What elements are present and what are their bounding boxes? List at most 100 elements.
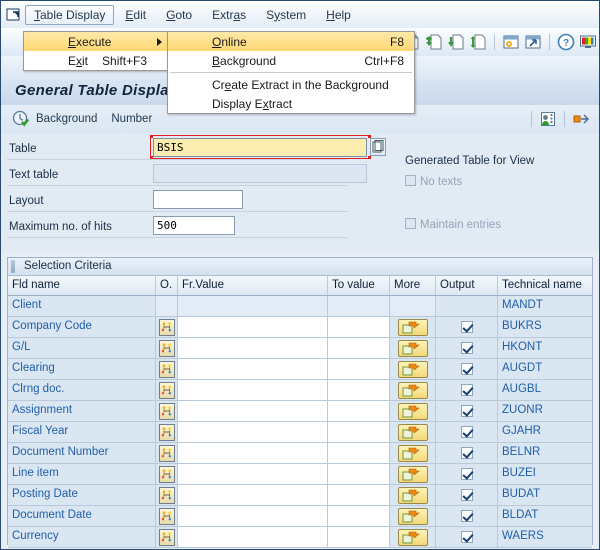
menu-edit[interactable]: Edit — [116, 6, 155, 24]
cell-multiple-selection[interactable] — [156, 359, 178, 379]
cell-from-value[interactable] — [178, 338, 328, 358]
matchcode-icon[interactable] — [370, 138, 386, 156]
number-button-label[interactable]: Number — [111, 113, 152, 125]
cell-multiple-selection[interactable] — [156, 401, 178, 421]
output-checkbox[interactable] — [461, 384, 473, 396]
multiple-selection-icon[interactable] — [159, 340, 175, 357]
multiple-selection-icon[interactable] — [159, 382, 175, 399]
page-up-icon[interactable] — [424, 32, 444, 52]
table-row[interactable]: CurrencyWAERS — [8, 527, 592, 548]
layout-input[interactable] — [153, 190, 243, 209]
no-texts-checkbox[interactable]: No texts — [405, 175, 462, 188]
cell-technical-name[interactable]: MANDT — [498, 296, 592, 316]
cell-to-value[interactable] — [328, 527, 390, 547]
cell-multiple-selection[interactable] — [156, 527, 178, 547]
cell-more[interactable] — [390, 359, 436, 379]
cell-more[interactable] — [390, 443, 436, 463]
table-row[interactable]: Line item BUZEI — [8, 464, 592, 485]
cell-output-checkbox[interactable] — [436, 380, 498, 400]
cell-fld-name[interactable]: Client — [8, 296, 156, 316]
menu-item-online[interactable]: Online F8 — [168, 32, 414, 51]
multiple-selection-icon[interactable] — [159, 361, 175, 378]
cell-technical-name[interactable]: ZUONR — [498, 401, 592, 421]
cell-from-value[interactable] — [178, 443, 328, 463]
output-checkbox[interactable] — [461, 489, 473, 501]
cell-fld-name[interactable]: Line item — [8, 464, 156, 484]
cell-multiple-selection[interactable] — [156, 380, 178, 400]
cell-to-value[interactable] — [328, 464, 390, 484]
cell-multiple-selection[interactable] — [156, 317, 178, 337]
table-row[interactable]: Company CodeBUKRS — [8, 317, 592, 338]
menu-help[interactable]: Help — [317, 6, 360, 24]
cell-output-checkbox[interactable] — [436, 527, 498, 547]
column-header-output[interactable]: Output — [436, 276, 498, 295]
cell-multiple-selection[interactable] — [156, 485, 178, 505]
cell-fld-name[interactable]: Assignment — [8, 401, 156, 421]
table-row[interactable]: Document NumberBELNR — [8, 443, 592, 464]
cell-output-checkbox[interactable] — [436, 464, 498, 484]
cell-output-checkbox[interactable] — [436, 506, 498, 526]
cell-multiple-selection[interactable] — [156, 506, 178, 526]
cell-technical-name[interactable]: BUDAT — [498, 485, 592, 505]
cell-fld-name[interactable]: Company Code — [8, 317, 156, 337]
cell-to-value[interactable] — [328, 485, 390, 505]
output-checkbox[interactable] — [461, 510, 473, 522]
column-header-fr-value[interactable]: Fr.Value — [178, 276, 328, 295]
cell-output-checkbox[interactable] — [436, 338, 498, 358]
table-row[interactable]: Clrng doc.AUGBL — [8, 380, 592, 401]
cell-multiple-selection[interactable] — [156, 464, 178, 484]
cell-fld-name[interactable]: Clrng doc. — [8, 380, 156, 400]
column-header-o[interactable]: O. — [156, 276, 178, 295]
help-icon[interactable]: ? — [556, 32, 576, 52]
menu-goto[interactable]: Goto — [157, 6, 201, 24]
cell-to-value[interactable] — [328, 401, 390, 421]
table-row[interactable]: Fiscal YearGJAHR — [8, 422, 592, 443]
table-row[interactable]: Document DateBLDAT — [8, 506, 592, 527]
menu-table-display[interactable]: TTable Displayable Display — [25, 5, 114, 25]
table-row[interactable]: Clearing AUGDT — [8, 359, 592, 380]
cell-to-value[interactable] — [328, 317, 390, 337]
multiple-selection-icon[interactable] — [159, 424, 175, 441]
table-row[interactable]: Posting Date BUDAT — [8, 485, 592, 506]
cell-technical-name[interactable]: BLDAT — [498, 506, 592, 526]
cell-more[interactable] — [390, 338, 436, 358]
cell-fld-name[interactable]: Posting Date — [8, 485, 156, 505]
cell-technical-name[interactable]: BUZEI — [498, 464, 592, 484]
cell-output-checkbox[interactable] — [436, 485, 498, 505]
more-selections-icon[interactable] — [398, 382, 428, 399]
export-window-icon[interactable] — [523, 32, 543, 52]
more-selections-icon[interactable] — [398, 424, 428, 441]
cell-to-value[interactable] — [328, 506, 390, 526]
user-settings-icon[interactable] — [538, 109, 558, 129]
table-row[interactable]: G/LHKONT — [8, 338, 592, 359]
output-checkbox[interactable] — [461, 447, 473, 459]
cell-to-value[interactable] — [328, 338, 390, 358]
cell-more[interactable] — [390, 527, 436, 547]
cell-technical-name[interactable]: AUGDT — [498, 359, 592, 379]
cell-output-checkbox[interactable] — [436, 443, 498, 463]
multiple-selection-icon[interactable] — [159, 403, 175, 420]
cell-more[interactable] — [390, 464, 436, 484]
cell-technical-name[interactable]: HKONT — [498, 338, 592, 358]
clock-check-icon[interactable] — [11, 109, 31, 129]
output-checkbox[interactable] — [461, 363, 473, 375]
cell-multiple-selection[interactable] — [156, 338, 178, 358]
cell-from-value[interactable] — [178, 527, 328, 547]
multiple-selection-icon[interactable] — [159, 466, 175, 483]
page-down-icon[interactable] — [446, 32, 466, 52]
cell-from-value[interactable] — [178, 422, 328, 442]
cell-from-value[interactable] — [178, 401, 328, 421]
cell-fld-name[interactable]: Fiscal Year — [8, 422, 156, 442]
cell-output-checkbox[interactable] — [436, 401, 498, 421]
cell-from-value[interactable] — [178, 464, 328, 484]
more-selections-icon[interactable] — [398, 403, 428, 420]
more-selections-icon[interactable] — [398, 487, 428, 504]
cell-output-checkbox[interactable] — [436, 359, 498, 379]
cell-to-value[interactable] — [328, 296, 390, 316]
output-checkbox[interactable] — [461, 426, 473, 438]
menu-item-create-extract[interactable]: Create Extract in the Background — [168, 75, 414, 94]
page-updown-icon[interactable] — [468, 32, 488, 52]
background-button-label[interactable]: Background — [36, 113, 97, 125]
cell-fld-name[interactable]: Clearing — [8, 359, 156, 379]
cell-technical-name[interactable]: WAERS — [498, 527, 592, 547]
